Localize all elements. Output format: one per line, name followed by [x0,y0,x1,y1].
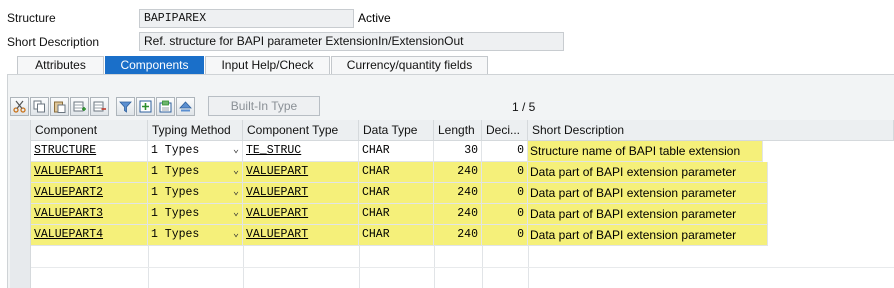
insert-row-icon[interactable] [70,96,89,116]
delete-row-icon[interactable] [90,96,109,116]
data-type[interactable]: CHAR [359,225,434,246]
tab-components[interactable]: Components [105,56,204,74]
short-description-label: Short Description [7,35,100,49]
short-description-field[interactable]: Ref. structure for BAPI parameter Extens… [139,32,564,51]
structure-name-field[interactable]: BAPIPAREX [139,9,354,28]
decimals[interactable]: 0 [482,225,528,246]
typing-method-value: 1 Types [151,165,200,178]
component-type[interactable]: VALUEPART [243,162,359,183]
typing-method-value: 1 Types [151,207,200,220]
column-header-component-type[interactable]: Component Type [243,120,359,141]
component-type[interactable]: VALUEPART [243,225,359,246]
copy-icon[interactable] [30,96,49,116]
table-row[interactable]: VALUEPART2 1 Types ⌄ VALUEPART CHAR 240 0… [10,183,894,204]
chevron-down-icon[interactable]: ⌄ [233,204,239,224]
column-header-typing-method[interactable]: Typing Method [148,120,243,141]
component-name[interactable]: VALUEPART4 [31,225,148,246]
structure-label: Structure [7,11,56,25]
short-description[interactable]: Data part of BAPI extension parameter [528,183,768,204]
typing-method-select[interactable]: 1 Types ⌄ [148,204,243,225]
decimals[interactable]: 0 [482,204,528,225]
typing-method-select[interactable]: 1 Types ⌄ [148,141,243,162]
component-type[interactable]: VALUEPART [243,183,359,204]
data-type[interactable]: CHAR [359,183,434,204]
navigate-up-icon[interactable] [176,96,195,116]
tab-currency-quantity-fields[interactable]: Currency/quantity fields [331,56,488,74]
typing-method-select[interactable]: 1 Types ⌄ [148,183,243,204]
short-description[interactable]: Data part of BAPI extension parameter [528,204,768,225]
column-header-short-description[interactable]: Short Description [528,120,894,141]
typing-method-value: 1 Types [151,144,200,157]
data-type[interactable]: CHAR [359,162,434,183]
decimals[interactable]: 0 [482,141,528,162]
component-name[interactable]: VALUEPART3 [31,204,148,225]
component-type[interactable]: TE_STRUC [243,141,359,162]
typing-method-select[interactable]: 1 Types ⌄ [148,225,243,246]
length[interactable]: 240 [434,204,482,225]
length[interactable]: 240 [434,183,482,204]
components-table: Component Typing Method Component Type D… [10,120,894,288]
typing-method-select[interactable]: 1 Types ⌄ [148,162,243,183]
short-description[interactable]: Data part of BAPI extension parameter [528,225,768,246]
short-description[interactable]: Data part of BAPI extension parameter [528,162,768,183]
component-name[interactable]: STRUCTURE [31,141,148,162]
decimals[interactable]: 0 [482,183,528,204]
paste-icon[interactable] [50,96,69,116]
data-type[interactable]: CHAR [359,204,434,225]
length[interactable]: 240 [434,225,482,246]
column-header-length[interactable]: Length [434,120,482,141]
build-icon[interactable] [156,96,175,116]
data-type[interactable]: CHAR [359,141,434,162]
column-header-component[interactable]: Component [31,120,148,141]
table-toolbar [10,96,196,116]
page-indicator: 1 / 5 [512,100,536,114]
typing-method-value: 1 Types [151,186,200,199]
tab-input-help-check[interactable]: Input Help/Check [205,56,330,74]
filter-icon[interactable] [116,96,135,116]
decimals[interactable]: 0 [482,162,528,183]
chevron-down-icon[interactable]: ⌄ [233,183,239,203]
tab-attributes[interactable]: Attributes [17,56,104,74]
component-name[interactable]: VALUEPART2 [31,183,148,204]
new-field-icon[interactable] [136,96,155,116]
component-name[interactable]: VALUEPART1 [31,162,148,183]
status-text: Active [358,11,391,25]
length[interactable]: 30 [434,141,482,162]
table-row[interactable]: VALUEPART3 1 Types ⌄ VALUEPART CHAR 240 0… [10,204,894,225]
chevron-down-icon[interactable]: ⌄ [233,162,239,182]
chevron-down-icon[interactable]: ⌄ [233,141,239,161]
column-header-data-type[interactable]: Data Type [359,120,434,141]
length[interactable]: 240 [434,162,482,183]
table-row[interactable]: VALUEPART1 1 Types ⌄ VALUEPART CHAR 240 0… [10,162,894,183]
cut-icon[interactable] [10,96,29,116]
component-type[interactable]: VALUEPART [243,204,359,225]
short-description[interactable]: Structure name of BAPI table extension [528,141,763,162]
column-header-decimals[interactable]: Deci... [482,120,528,141]
table-row[interactable]: VALUEPART4 1 Types ⌄ VALUEPART CHAR 240 0… [10,225,894,246]
tab-strip: Attributes Components Input Help/Check C… [17,56,489,74]
built-in-type-button[interactable]: Built-In Type [208,96,320,116]
chevron-down-icon[interactable]: ⌄ [233,225,239,245]
table-row[interactable]: STRUCTURE 1 Types ⌄ TE_STRUC CHAR 30 0 St… [10,141,894,162]
typing-method-value: 1 Types [151,228,200,241]
